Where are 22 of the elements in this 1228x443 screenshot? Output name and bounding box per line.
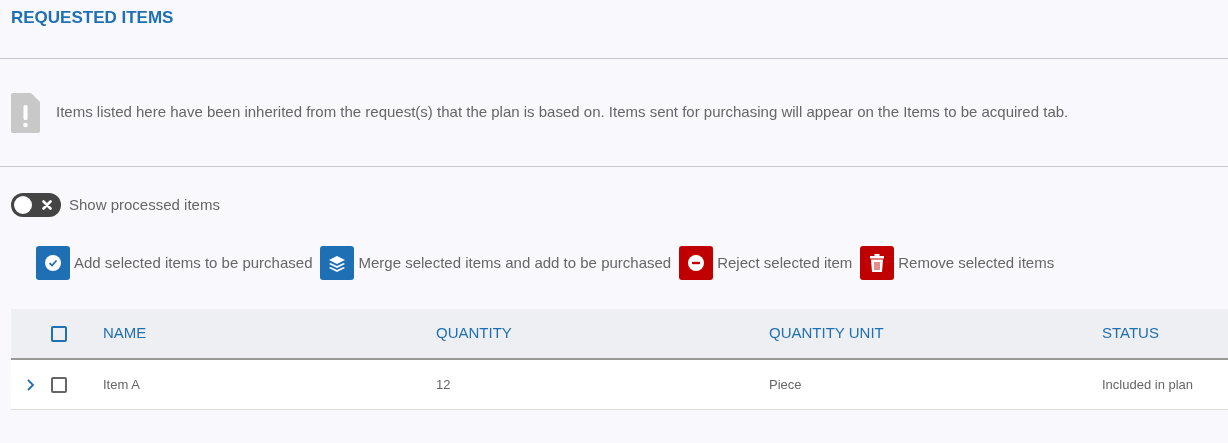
select-all-checkbox[interactable]	[51, 326, 67, 343]
trash-icon	[860, 246, 895, 280]
merge-items-button[interactable]: Merge selected items and add to be purchased	[320, 246, 672, 280]
toggle-label: Show processed items	[69, 194, 220, 215]
table-cell: Included in plan	[1102, 376, 1194, 392]
row-checkbox[interactable]	[51, 377, 67, 394]
table-cell: Item A	[103, 376, 140, 392]
column-header[interactable]: QUANTITY	[436, 324, 512, 342]
table-cell: 12	[436, 376, 451, 392]
remove-items-button[interactable]: Remove selected items	[860, 246, 1055, 280]
add-items-button[interactable]: Add selected items to be purchased	[36, 246, 313, 280]
reject-items-button[interactable]: Reject selected item	[679, 246, 853, 280]
table-cell: Piece	[769, 376, 802, 392]
close-icon	[42, 200, 52, 210]
document-warning-icon	[11, 92, 40, 133]
toggle-switch[interactable]	[11, 193, 61, 217]
info-message: Items listed here have been inherited from the request(s) that the plan is based on. Items sent for purchasing will appear on the Items to be acquired tab.	[56, 102, 1069, 123]
layers-icon	[320, 246, 355, 280]
column-header[interactable]: NAME	[103, 324, 147, 342]
section-title: REQUESTED ITEMS	[10, 7, 175, 29]
column-header[interactable]: STATUS	[1102, 324, 1159, 342]
column-header[interactable]: QUANTITY UNIT	[769, 324, 884, 342]
